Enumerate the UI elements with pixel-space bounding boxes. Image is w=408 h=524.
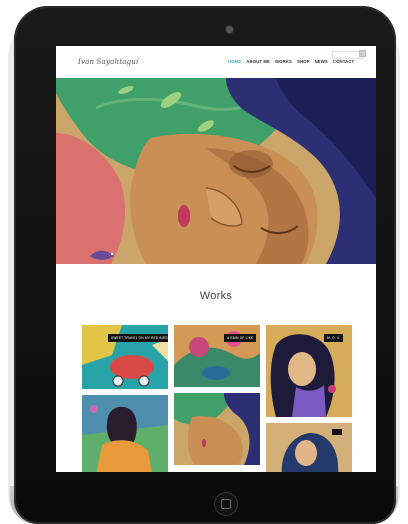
site-logo[interactable]: Ivan Sayahtaguí [78, 58, 138, 66]
works-heading: Works [199, 290, 233, 302]
nav-works[interactable]: WORKS [275, 59, 292, 64]
nav-about-me[interactable]: ABOUT ME [246, 59, 270, 64]
home-square-icon [221, 499, 231, 509]
works-grid: SWEET TRAVEL ON MY RED BIRD A RAIN OF LI… [82, 325, 352, 472]
nav-shop[interactable]: SHOP [297, 59, 310, 64]
website-screen: Ivan Sayahtaguí HOME ABOUT ME WORKS SHOP… [56, 46, 376, 472]
hero-painting [56, 78, 376, 264]
nav-news[interactable]: NEWS [315, 59, 328, 64]
search-icon[interactable] [359, 50, 366, 57]
camera-icon [226, 26, 233, 33]
site-header: Ivan Sayahtaguí HOME ABOUT ME WORKS SHOP… [56, 46, 376, 78]
work-thumbnail [174, 393, 260, 465]
work-tile[interactable] [266, 423, 352, 472]
work-tile[interactable]: M. O. X. [266, 325, 352, 417]
work-tile[interactable] [82, 395, 168, 472]
nav-home[interactable]: HOME [228, 59, 241, 64]
work-tile[interactable]: A RAIN OF LIKE [174, 325, 260, 387]
nav-contact[interactable]: CONTACT [333, 59, 354, 64]
hero-slider[interactable] [56, 78, 376, 264]
work-tile-label: SWEET TRAVEL ON MY RED BIRD [108, 334, 168, 342]
work-thumbnail [82, 395, 168, 472]
main-nav: HOME ABOUT ME WORKS SHOP NEWS CONTACT [228, 59, 354, 64]
work-tile-label: M. O. X. [324, 334, 344, 342]
work-thumbnail [266, 423, 352, 472]
work-tile[interactable] [174, 393, 260, 465]
work-tile[interactable]: SWEET TRAVEL ON MY RED BIRD [82, 325, 168, 389]
work-tile-label: A RAIN OF LIKE [224, 334, 257, 342]
home-button[interactable] [214, 492, 238, 516]
